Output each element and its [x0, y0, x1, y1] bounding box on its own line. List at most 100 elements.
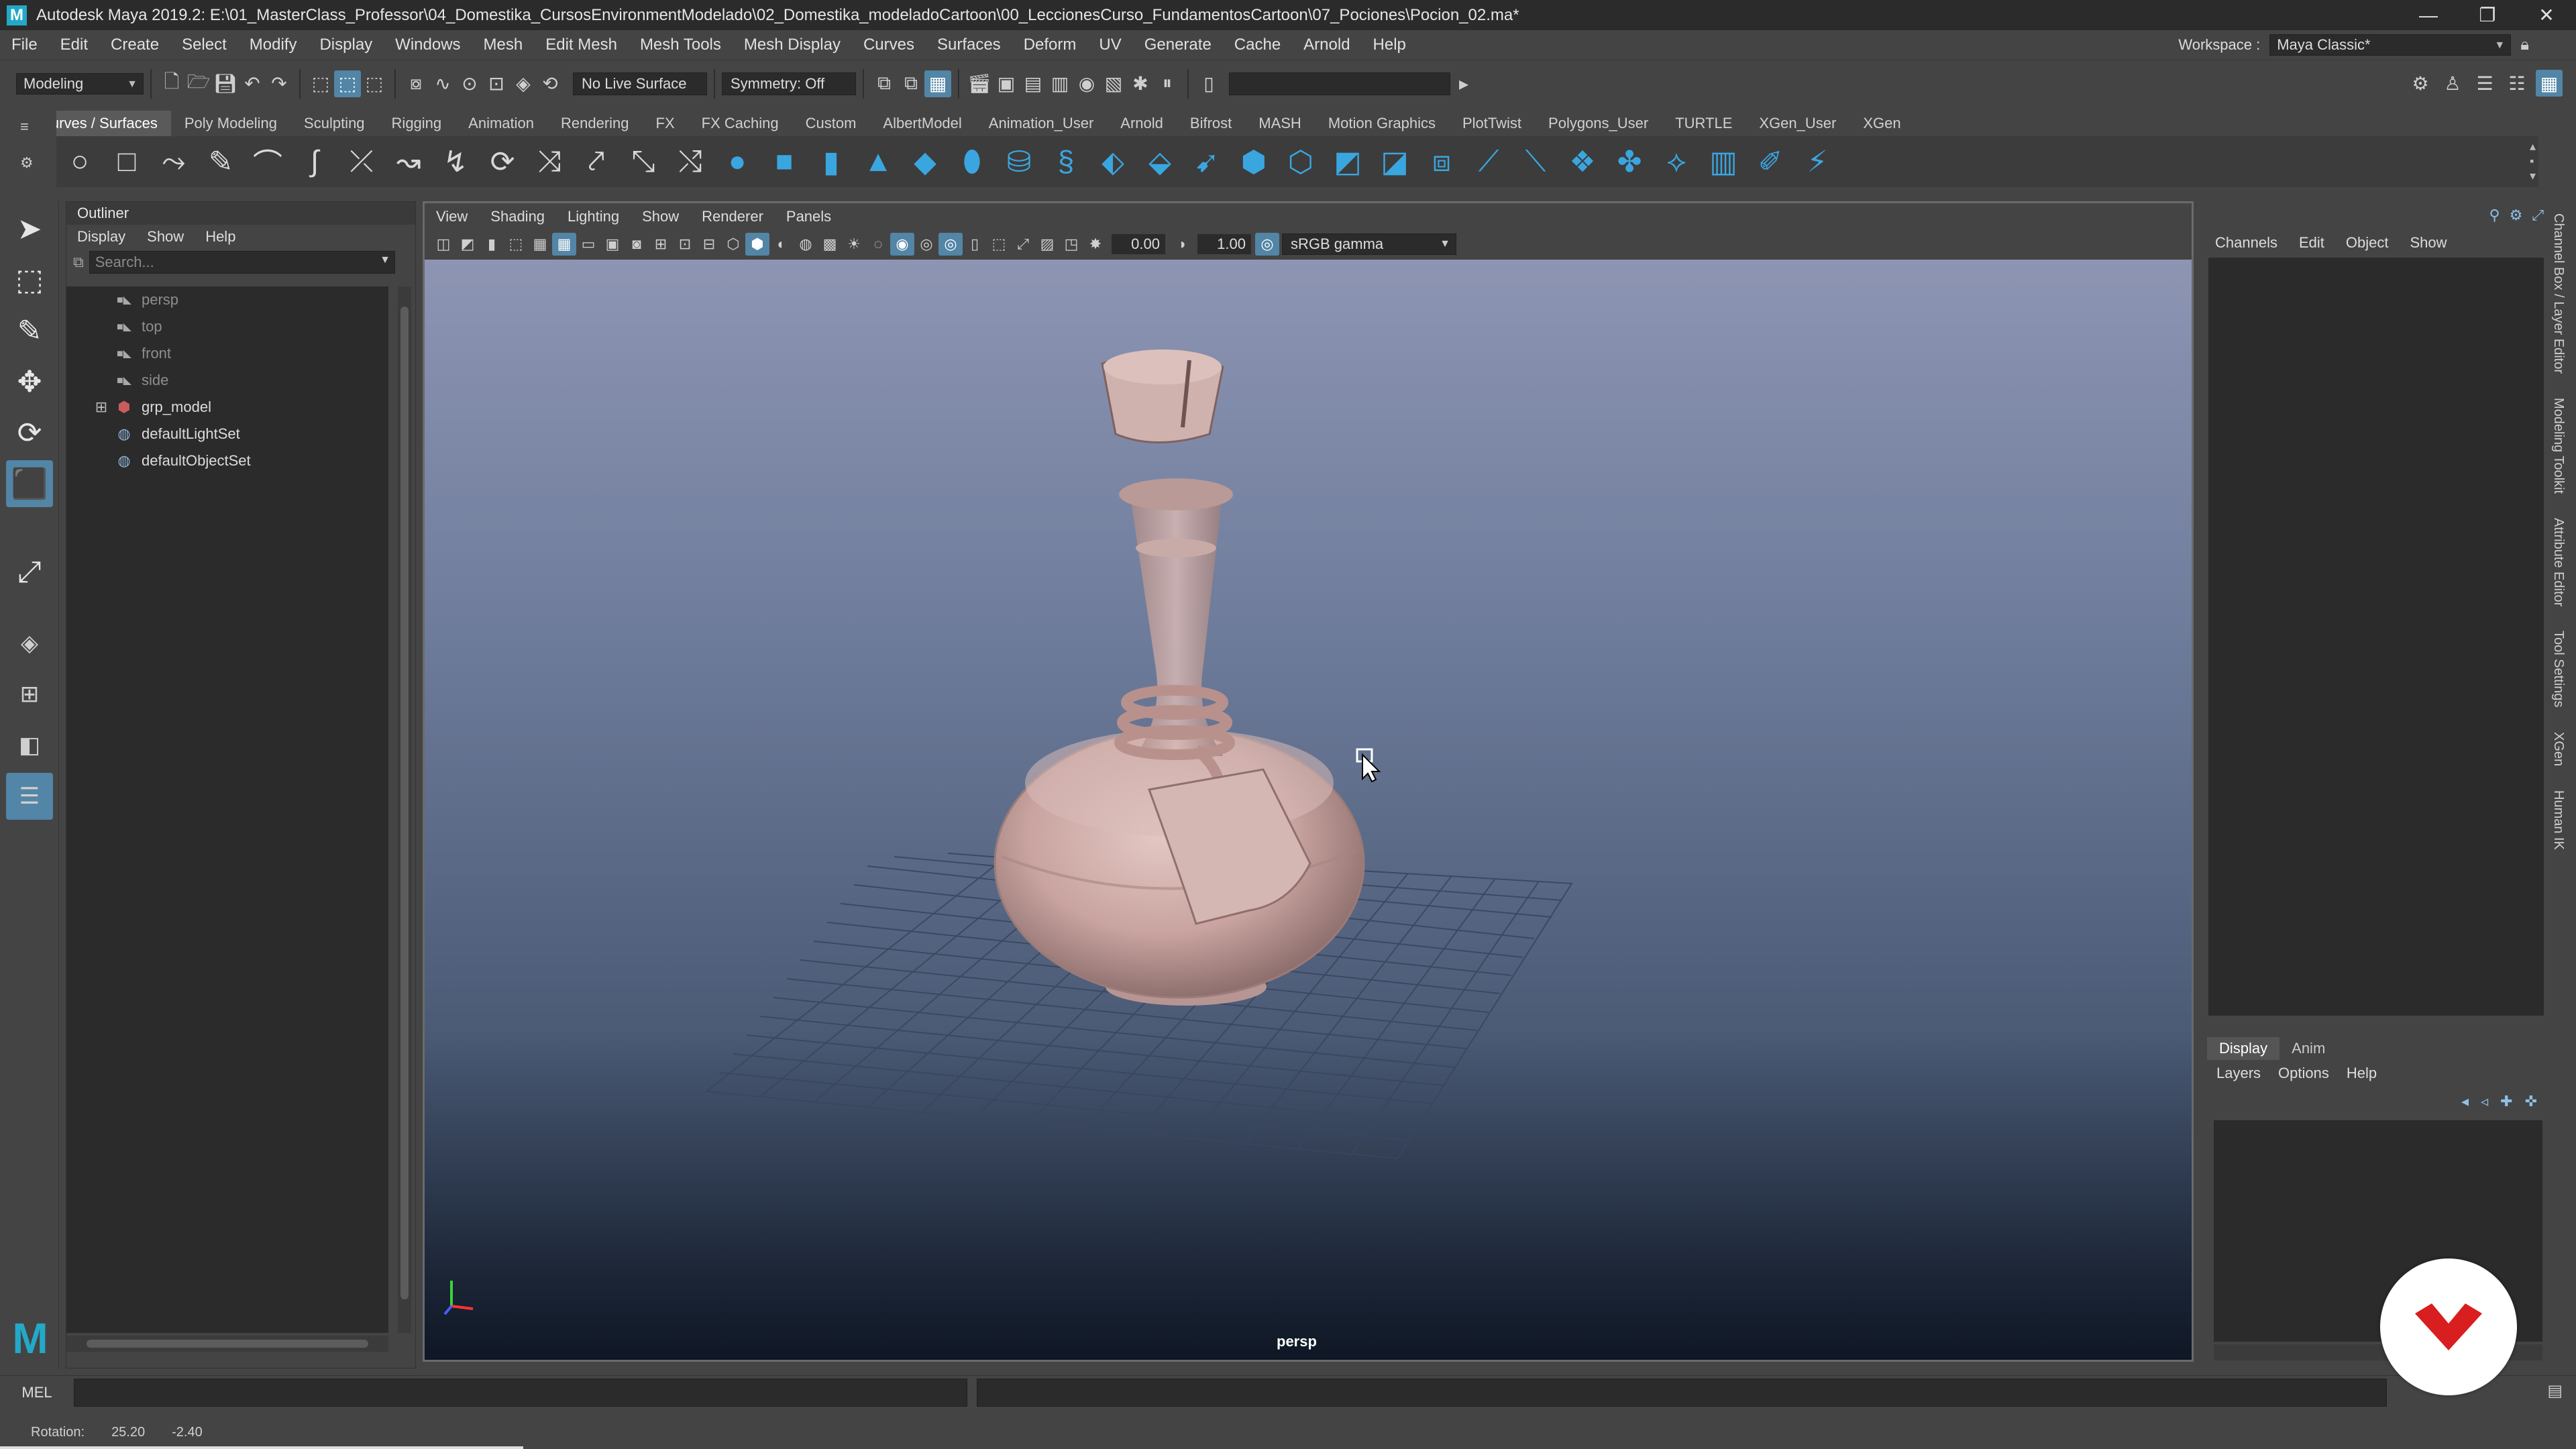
attribute-toggle-icon[interactable]: ⚙︎ [2510, 207, 2523, 224]
channel-menu-edit[interactable]: Edit [2299, 234, 2335, 252]
shelf-tab-motion-graphics[interactable]: Motion Graphics [1315, 111, 1449, 136]
expand-plus-icon[interactable]: ⊞ [93, 398, 109, 416]
construction-history-icon[interactable]: ⧉ [898, 70, 924, 97]
viewport-menu-view[interactable]: View [425, 208, 479, 225]
color-space-dropdown[interactable]: sRGB gamma ▼ [1282, 233, 1456, 255]
outliner-item-top[interactable]: ■◣ top [66, 313, 388, 340]
attribute-editor-icon[interactable]: ☰ [2471, 70, 2498, 97]
four-view-icon[interactable]: ⊞ [6, 671, 53, 718]
shelf-tab-turtle[interactable]: TURTLE [1662, 111, 1746, 136]
side-tab-modeling-toolkit[interactable]: Modeling Toolkit [2551, 386, 2566, 506]
side-tab-attribute-editor[interactable]: Attribute Editor [2551, 506, 2566, 619]
shelf-tab-poly-modeling[interactable]: Poly Modeling [171, 111, 290, 136]
untrim-icon[interactable]: ⟍ [1512, 136, 1559, 187]
shelf-tab-xgen[interactable]: XGen [1849, 111, 1914, 136]
outliner-item-side[interactable]: ■◣ side [66, 367, 388, 394]
channel-menu-show[interactable]: Show [2410, 234, 2457, 252]
single-perspective-view-icon[interactable]: ◈ [6, 620, 53, 667]
rebuild-curve-icon[interactable]: ⤭ [667, 136, 714, 187]
command-input[interactable] [74, 1378, 967, 1407]
project-curve-icon[interactable]: ◪ [1371, 136, 1418, 187]
render-setup-icon[interactable]: ◉ [1073, 70, 1100, 97]
shelf-tab-xgen-user[interactable]: XGen_User [1746, 111, 1849, 136]
nurbs-cylinder-icon[interactable]: ▮ [808, 136, 855, 187]
tool-settings-icon[interactable]: ☷ [2504, 70, 2530, 97]
grid-icon[interactable]: ▦ [552, 233, 576, 256]
shelf-tab-plottwist[interactable]: PlotTwist [1449, 111, 1535, 136]
light-editor-icon[interactable]: ▧ [1100, 70, 1127, 97]
new-scene-icon[interactable]: 🗋 [158, 70, 185, 97]
revolve-icon[interactable]: ⛁ [996, 136, 1042, 187]
viewport-menu-renderer[interactable]: Renderer [690, 208, 775, 225]
default-material-icon[interactable]: ◐ [769, 233, 794, 256]
ep-curve-icon[interactable]: ✎ [197, 136, 244, 187]
attach-curves-icon[interactable]: ↯ [432, 136, 479, 187]
bezier-curve-icon[interactable]: ⌒ [244, 136, 291, 187]
snap-curve-icon[interactable]: ∿ [429, 70, 456, 97]
hud-icon[interactable]: ◳ [1059, 233, 1083, 256]
shelf-tab-polygons-user[interactable]: Polygons_User [1535, 111, 1662, 136]
color-management-icon[interactable]: ◎ [1255, 233, 1279, 256]
shelf-tab-animation-user[interactable]: Animation_User [975, 111, 1108, 136]
trim-tool-icon[interactable]: ⟋ [1465, 136, 1512, 187]
history-icon[interactable]: ⧉ [871, 70, 898, 97]
shelf-menu-icon[interactable]: ≡ [20, 118, 29, 136]
gamma-field[interactable]: 1.00 [1197, 234, 1251, 254]
menu-curves[interactable]: Curves [852, 36, 926, 54]
lock-icon[interactable]: 🔒︎ [2520, 36, 2529, 54]
textured-icon[interactable]: ◍ [794, 233, 818, 256]
outliner-menu-help[interactable]: Help [195, 228, 246, 246]
outliner-search-input[interactable]: Search... ▼ [89, 251, 395, 274]
menu-file[interactable]: File [0, 36, 49, 54]
nurbs-square-icon[interactable]: □ [103, 136, 150, 187]
nurbs-sphere-icon[interactable]: ● [714, 136, 761, 187]
channel-box-toggle-icon[interactable]: ⚲ [2489, 207, 2500, 224]
sculpt-tool-icon[interactable]: ✐ [1747, 136, 1794, 187]
close-button[interactable]: ✕ [2517, 0, 2576, 30]
live-surface-field[interactable]: No Live Surface [573, 72, 707, 95]
render-frame-icon[interactable]: 🎬︎ [966, 70, 993, 97]
pause-render-icon[interactable]: ⏸ [1154, 70, 1181, 97]
surface-edit-icon[interactable]: ⚡︎ [1794, 136, 1841, 187]
menu-mesh-display[interactable]: Mesh Display [733, 36, 852, 54]
menu-cache[interactable]: Cache [1223, 36, 1292, 54]
restore-button[interactable]: ❐ [2458, 0, 2517, 30]
grid-toggle-icon[interactable]: ▦ [528, 233, 552, 256]
ipr-render-icon[interactable]: ▣ [993, 70, 1020, 97]
outliner-item-defaultobjectset[interactable]: ◍ defaultObjectSet [66, 447, 388, 474]
outliner-item-front[interactable]: ■◣ front [66, 340, 388, 367]
viewport-menu-show[interactable]: Show [631, 208, 690, 225]
safe-action-icon[interactable]: ⊡ [673, 233, 697, 256]
filter-icon[interactable]: ⧉ [73, 254, 84, 271]
boundary-icon[interactable]: ⬡ [1277, 136, 1324, 187]
smooth-shade-icon[interactable]: ⬢ [745, 233, 769, 256]
shelf-tab-albertmodel[interactable]: AlbertModel [869, 111, 975, 136]
shelf-tab-animation[interactable]: Animation [455, 111, 547, 136]
menu-mesh[interactable]: Mesh [472, 36, 535, 54]
shelf-scroll-icon[interactable]: ▴ ▪ ▾ [2530, 139, 2536, 183]
channel-menu-channels[interactable]: Channels [2215, 234, 2288, 252]
input-line-toggle-icon[interactable]: ▯ [1195, 70, 1222, 97]
outliner-layout-icon[interactable]: ☰ [6, 773, 53, 820]
select-component-icon[interactable]: ⬚ [361, 70, 388, 97]
shelf-tab-arnold[interactable]: Arnold [1107, 111, 1177, 136]
menu-arnold[interactable]: Arnold [1292, 36, 1361, 54]
offset-curve-icon[interactable]: ⤡ [620, 136, 667, 187]
snap-view-icon[interactable]: ⊡ [483, 70, 510, 97]
field-chart-icon[interactable]: ⊞ [649, 233, 673, 256]
shelf-tab-fx[interactable]: FX [643, 111, 688, 136]
curve-fillet-icon[interactable]: ↝ [385, 136, 432, 187]
use-lights-icon[interactable]: ▩ [818, 233, 842, 256]
insert-knot-icon[interactable]: ⤨ [526, 136, 573, 187]
detach-curves-icon[interactable]: ⟳ [479, 136, 526, 187]
outliner-menu-display[interactable]: Display [66, 228, 136, 246]
camera-attributes-icon[interactable]: ◩ [455, 233, 480, 256]
menuset-dropdown[interactable]: Modeling ▼ [16, 72, 144, 95]
menu-deform[interactable]: Deform [1012, 36, 1088, 54]
new-layer-icon[interactable]: ✚ [2500, 1093, 2512, 1110]
shelf-tab-bifrost[interactable]: Bifrost [1177, 111, 1245, 136]
layer-menu-options[interactable]: Options [2278, 1065, 2329, 1082]
bookmarks-icon[interactable]: ▮ [480, 233, 504, 256]
intersect-surfaces-icon[interactable]: ⧈ [1418, 136, 1465, 187]
select-camera-icon[interactable]: ◫ [431, 233, 455, 256]
